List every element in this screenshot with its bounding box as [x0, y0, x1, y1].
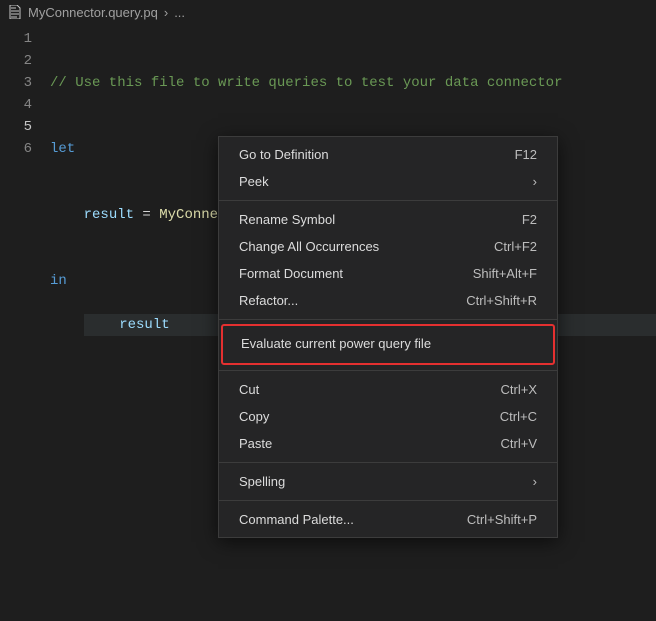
- line-number-gutter: 1 2 3 4 5 6: [0, 28, 50, 424]
- menu-label: Change All Occurrences: [239, 239, 379, 254]
- menu-label: Command Palette...: [239, 512, 354, 527]
- menu-shortcut: Shift+Alt+F: [473, 266, 537, 281]
- menu-label: Spelling: [239, 474, 285, 489]
- menu-shortcut: F2: [522, 212, 537, 227]
- menu-item-rename-symbol[interactable]: Rename Symbol F2: [219, 206, 557, 233]
- menu-shortcut: Ctrl+Shift+R: [466, 293, 537, 308]
- menu-label: Copy: [239, 409, 269, 424]
- menu-item-cut[interactable]: Cut Ctrl+X: [219, 376, 557, 403]
- menu-separator: [219, 500, 557, 501]
- menu-label: Peek: [239, 174, 269, 189]
- breadcrumb-separator: ›: [164, 5, 168, 20]
- menu-label: Format Document: [239, 266, 343, 281]
- menu-label: Cut: [239, 382, 259, 397]
- indent: [50, 207, 84, 223]
- menu-label: Evaluate current power query file: [241, 336, 431, 351]
- breadcrumb[interactable]: MyConnector.query.pq › ...: [0, 0, 656, 24]
- line-number: 6: [0, 138, 32, 160]
- context-menu: Go to Definition F12 Peek › Rename Symbo…: [218, 136, 558, 538]
- line-number: 2: [0, 50, 32, 72]
- menu-label: Paste: [239, 436, 272, 451]
- menu-item-peek[interactable]: Peek ›: [219, 168, 557, 195]
- menu-separator: [219, 462, 557, 463]
- file-icon: [8, 5, 22, 19]
- chevron-right-icon: ›: [533, 174, 537, 189]
- menu-item-paste[interactable]: Paste Ctrl+V: [219, 430, 557, 457]
- line-number: 3: [0, 72, 32, 94]
- menu-item-spelling[interactable]: Spelling ›: [219, 468, 557, 495]
- menu-separator: [219, 319, 557, 320]
- menu-shortcut: Ctrl+F2: [494, 239, 537, 254]
- operator-token: =: [134, 207, 159, 223]
- menu-label: Rename Symbol: [239, 212, 335, 227]
- menu-item-change-all-occurrences[interactable]: Change All Occurrences Ctrl+F2: [219, 233, 557, 260]
- breadcrumb-filename[interactable]: MyConnector.query.pq: [28, 5, 158, 20]
- comment-token: // Use this file to write queries to tes…: [50, 75, 562, 91]
- highlighted-menu-region: Evaluate current power query file: [221, 324, 555, 365]
- menu-label: Go to Definition: [239, 147, 329, 162]
- menu-item-copy[interactable]: Copy Ctrl+C: [219, 403, 557, 430]
- menu-item-command-palette[interactable]: Command Palette... Ctrl+Shift+P: [219, 506, 557, 533]
- menu-shortcut: Ctrl+Shift+P: [467, 512, 537, 527]
- keyword-token: in: [50, 273, 67, 289]
- breadcrumb-crumb[interactable]: ...: [174, 5, 185, 20]
- line-number: 4: [0, 94, 32, 116]
- line-number: 1: [0, 28, 32, 50]
- menu-shortcut: F12: [515, 147, 537, 162]
- identifier-token: result: [119, 317, 169, 333]
- menu-shortcut: Ctrl+C: [500, 409, 537, 424]
- menu-item-format-document[interactable]: Format Document Shift+Alt+F: [219, 260, 557, 287]
- identifier-token: result: [84, 207, 134, 223]
- menu-label: Refactor...: [239, 293, 298, 308]
- indent: [86, 317, 120, 333]
- keyword-token: let: [50, 141, 75, 157]
- menu-item-evaluate-power-query[interactable]: Evaluate current power query file: [241, 330, 535, 357]
- menu-shortcut: Ctrl+X: [501, 382, 537, 397]
- menu-separator: [219, 200, 557, 201]
- menu-shortcut: Ctrl+V: [501, 436, 537, 451]
- chevron-right-icon: ›: [533, 474, 537, 489]
- line-number-current: 5: [0, 116, 32, 138]
- menu-item-refactor[interactable]: Refactor... Ctrl+Shift+R: [219, 287, 557, 314]
- code-line[interactable]: // Use this file to write queries to tes…: [50, 72, 656, 94]
- menu-separator: [219, 370, 557, 371]
- menu-item-go-to-definition[interactable]: Go to Definition F12: [219, 141, 557, 168]
